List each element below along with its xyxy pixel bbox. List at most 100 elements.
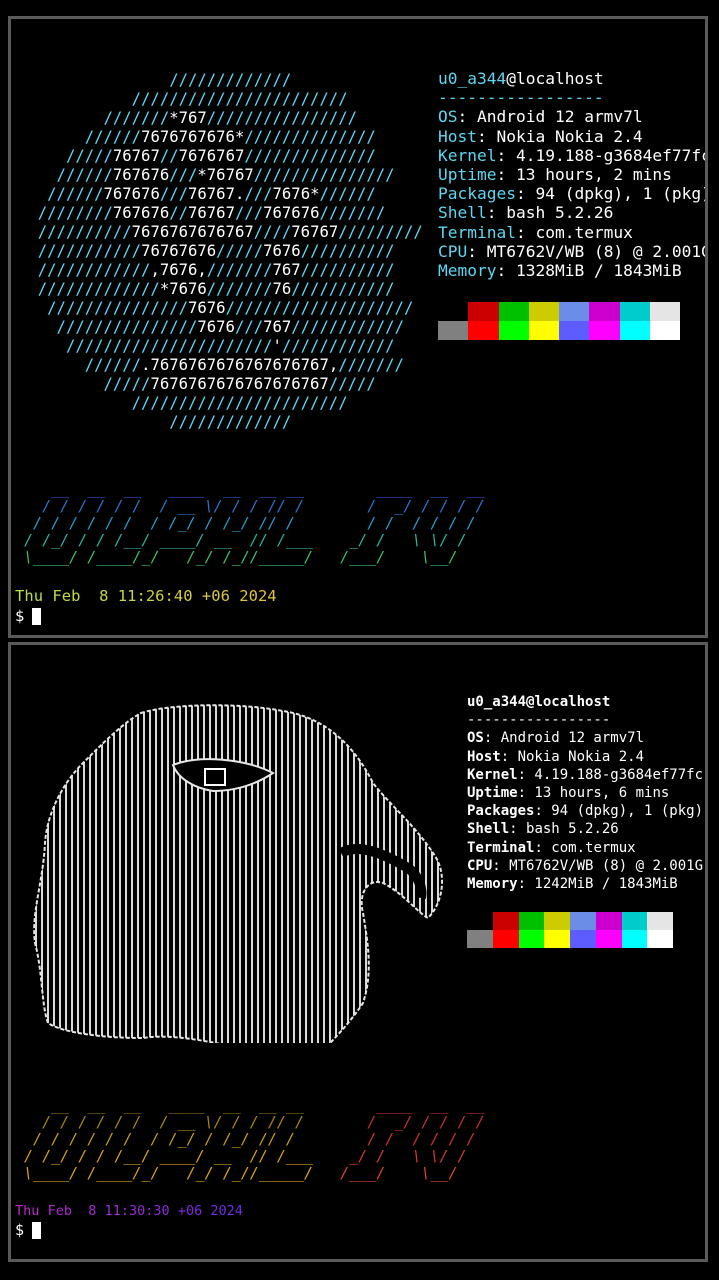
art-line: //////767676///*76767/////////////// xyxy=(19,166,395,184)
art-line: ///////////////7676///767//////////// xyxy=(19,318,404,336)
info-key: Kernel xyxy=(438,145,497,165)
banner-line: / /_/ / / /__/ ____/ __ // /___ _/ / \ \… xyxy=(15,531,467,549)
info-row-memory: Memory: 1328MiB / 1843MiB xyxy=(438,261,705,281)
color-swatch xyxy=(570,930,596,948)
color-swatch xyxy=(649,321,680,340)
color-swatch xyxy=(528,321,559,340)
info-value: : bash 5.2.26 xyxy=(486,203,614,223)
cursor xyxy=(32,1221,42,1239)
art-line: /////////////////////// xyxy=(19,90,348,108)
color-swatch xyxy=(621,912,648,930)
banner-line: / / / / / / / /_/ / /_/ // / / / / / / / xyxy=(15,1130,476,1148)
art-line: //////////7676767676767////76767////////… xyxy=(19,223,423,241)
info-value: : 1328MiB / 1843MiB xyxy=(496,261,682,281)
info-row-kernel: Kernel: 4.19.188-g3684ef77fc xyxy=(438,145,708,165)
eagle-body xyxy=(34,705,443,1043)
color-swatch xyxy=(467,912,493,930)
terminal-window-top[interactable]: ///////////// /////////////////////// //… xyxy=(8,16,708,638)
color-swatch xyxy=(589,302,620,321)
info-row-shell: Shell: bash 5.2.26 xyxy=(467,820,703,838)
banner-line: \____/ /____/_/ /_/ /_//_____/ /___/ \__… xyxy=(15,548,458,566)
info-row-host: Host: Nokia Nokia 2.4 xyxy=(438,126,705,146)
info-row-host: Host: Nokia Nokia 2.4 xyxy=(467,748,703,766)
system-info-bottom: u0_a344@localhost ----------------- OS: … xyxy=(467,693,703,893)
color-swatch xyxy=(649,302,680,321)
info-value: : 4.19.188-g3684ef77fc xyxy=(517,766,704,783)
info-value: : com.termux xyxy=(534,839,636,856)
color-palette xyxy=(467,912,673,948)
ascii-logo-orb: ///////////// /////////////////////// //… xyxy=(19,71,423,432)
color-swatch xyxy=(647,930,673,948)
banner-line: / / / / / / / __ \/ / / // / / _/ / / / … xyxy=(15,497,485,515)
color-swatch xyxy=(595,912,622,930)
art-line: ////////////,7676,///////767////////// xyxy=(19,261,395,279)
art-line: //////7676767676*////////////// xyxy=(19,128,376,146)
art-line: //////////////////////'//////////// xyxy=(19,337,395,355)
art-line: /////////////////////// xyxy=(19,394,348,412)
date-output: Thu Feb 8 11:30:30 +06 2024 xyxy=(15,1203,243,1219)
info-row-cpu: CPU: MT6762V/WB (8) @ 2.001G xyxy=(467,857,703,875)
color-swatch xyxy=(468,321,499,340)
info-value: : 4.19.188-g3684ef77fc xyxy=(496,145,708,165)
info-value: : Nokia Nokia 2.4 xyxy=(500,748,645,765)
info-key: Kernel xyxy=(467,766,518,783)
art-line: ///////////// xyxy=(19,413,292,431)
info-row-terminal: Terminal: com.termux xyxy=(467,839,703,857)
ascii-banner: __ __ __ ____ __ __ __ ____ __ __ / / / … xyxy=(15,481,485,566)
info-key: Uptime xyxy=(467,785,518,802)
info-key: OS xyxy=(467,730,484,747)
color-swatch xyxy=(498,302,529,321)
info-key: Memory xyxy=(467,876,518,893)
color-swatch xyxy=(589,321,620,340)
date-output: Thu Feb 8 11:26:40 +06 2024 xyxy=(15,587,277,605)
banner-line: / / / / / / / /_/ / /_/ // / / / / / / / xyxy=(15,514,476,532)
info-value: : MT6762V/WB (8) @ 2.001G xyxy=(492,857,704,874)
screen: ///////////// /////////////////////// //… xyxy=(0,0,719,1280)
info-value: : 13 hours, 2 mins xyxy=(496,165,672,185)
info-key: Shell xyxy=(438,203,487,223)
art-line: /////////////*7676///////76/////////// xyxy=(19,280,395,298)
info-row-memory: Memory: 1242MiB / 1843MiB xyxy=(467,875,703,893)
info-value: : Android 12 armv7l xyxy=(483,730,645,747)
system-info-top: u0_a344@localhost ----------------- OS: … xyxy=(438,69,708,281)
color-swatch xyxy=(467,930,493,948)
info-key: Memory xyxy=(438,261,497,281)
ascii-banner: __ __ __ ____ __ __ __ ____ __ __ / / / … xyxy=(15,1097,485,1182)
info-value: : com.termux xyxy=(515,222,633,242)
info-key: Packages xyxy=(438,184,516,204)
color-swatch xyxy=(570,912,596,930)
command-prompt[interactable]: $ xyxy=(15,607,42,625)
color-swatch xyxy=(528,302,559,321)
color-swatch xyxy=(647,912,673,930)
banner-line: __ __ __ ____ __ __ __ ____ __ __ xyxy=(15,480,485,498)
hostname: @localhost xyxy=(506,69,604,88)
info-key: Shell xyxy=(467,821,510,838)
info-row-os: OS: Android 12 armv7l xyxy=(438,107,705,126)
command-prompt[interactable]: $ xyxy=(15,1221,42,1239)
info-row-packages: Packages: 94 (dpkg), 1 (pkg) xyxy=(438,184,708,204)
info-value: : 94 (dpkg), 1 (pkg) xyxy=(515,184,708,204)
user-host-line: u0_a344@localhost xyxy=(438,69,705,88)
hostname: @localhost xyxy=(526,694,611,710)
info-row-terminal: Terminal: com.termux xyxy=(438,222,705,242)
color-swatch xyxy=(619,302,650,321)
art-line: ///////////// xyxy=(19,71,292,89)
info-key: Terminal xyxy=(467,839,535,856)
color-palette xyxy=(438,302,680,340)
info-value: : bash 5.2.26 xyxy=(509,821,619,838)
info-value: : MT6762V/WB (8) @ 2.001G xyxy=(467,241,708,261)
color-swatch xyxy=(518,930,545,948)
info-row-os: OS: Android 12 armv7l xyxy=(467,729,703,747)
info-value: : 1242MiB / 1843MiB xyxy=(517,876,678,893)
art-line: ///////*767//////////////// xyxy=(19,109,357,127)
art-line: /////7676767676767676767///// xyxy=(19,375,376,393)
info-key: Host xyxy=(438,126,477,146)
banner-line: / / / / / / / __ \/ / / // / / _/ / / / … xyxy=(15,1113,485,1131)
art-line: ////////767676//76767///767676/////// xyxy=(19,204,386,222)
banner-line: \____/ /____/_/ /_/ /_//_____/ /___/ \__… xyxy=(15,1164,458,1182)
ascii-eagle-logo xyxy=(33,704,444,1043)
color-swatch xyxy=(498,321,529,340)
user-host-line: u0_a344@localhost xyxy=(467,693,703,711)
info-key: Terminal xyxy=(438,222,516,242)
terminal-window-bottom[interactable]: u0_a344@localhost ----------------- OS: … xyxy=(8,642,708,1262)
